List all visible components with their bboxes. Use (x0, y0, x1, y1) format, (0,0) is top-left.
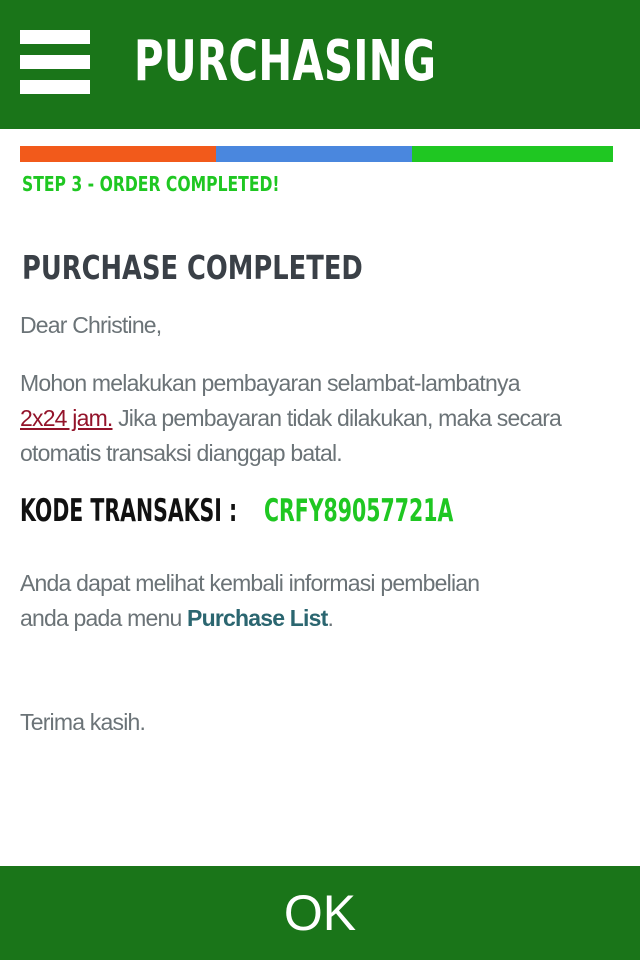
purchase-list-link[interactable]: Purchase List (187, 605, 328, 631)
progress-step-1 (20, 146, 216, 162)
transaction-code-label: KODE TRANSAKSI : (20, 493, 238, 529)
step-label: STEP 3 - ORDER COMPLETED! (22, 172, 280, 196)
menu-bar-top (20, 30, 90, 44)
progress-step-3 (412, 146, 613, 162)
info-line2: anda pada menu (20, 605, 188, 631)
page-title: PURCHASING (134, 29, 437, 94)
closing-text: Terima kasih. (20, 709, 146, 735)
info-line1: Anda dapat melihat kembali informasi pem… (20, 570, 480, 596)
payment-warning-line2: otomatis transaksi dianggap batal. (20, 440, 343, 466)
progress-step-2 (216, 146, 412, 162)
ok-button-label: OK (283, 885, 357, 941)
menu-bar-middle (20, 55, 90, 69)
app-header: PURCHASING (0, 0, 640, 129)
payment-intro: Mohon melakukan pembayaran selambat-lamb… (20, 370, 520, 396)
info-end: . (327, 605, 334, 631)
payment-deadline-link[interactable]: 2x24 jam. (20, 405, 113, 431)
purchase-list-info: Anda dapat melihat kembali informasi pem… (20, 566, 480, 636)
transaction-code-value: CRFY89057721A (264, 493, 454, 529)
ok-button[interactable]: OK (0, 866, 640, 960)
payment-instructions: Mohon melakukan pembayaran selambat-lamb… (20, 366, 562, 471)
section-title: PURCHASE COMPLETED (22, 248, 363, 287)
hamburger-menu-icon[interactable] (20, 30, 90, 94)
menu-bar-bottom (20, 80, 90, 94)
step-progress-bar (20, 146, 613, 162)
greeting: Dear Christine, (20, 312, 162, 338)
payment-warning-line1: Jika pembayaran tidak dilakukan, maka se… (112, 405, 562, 431)
